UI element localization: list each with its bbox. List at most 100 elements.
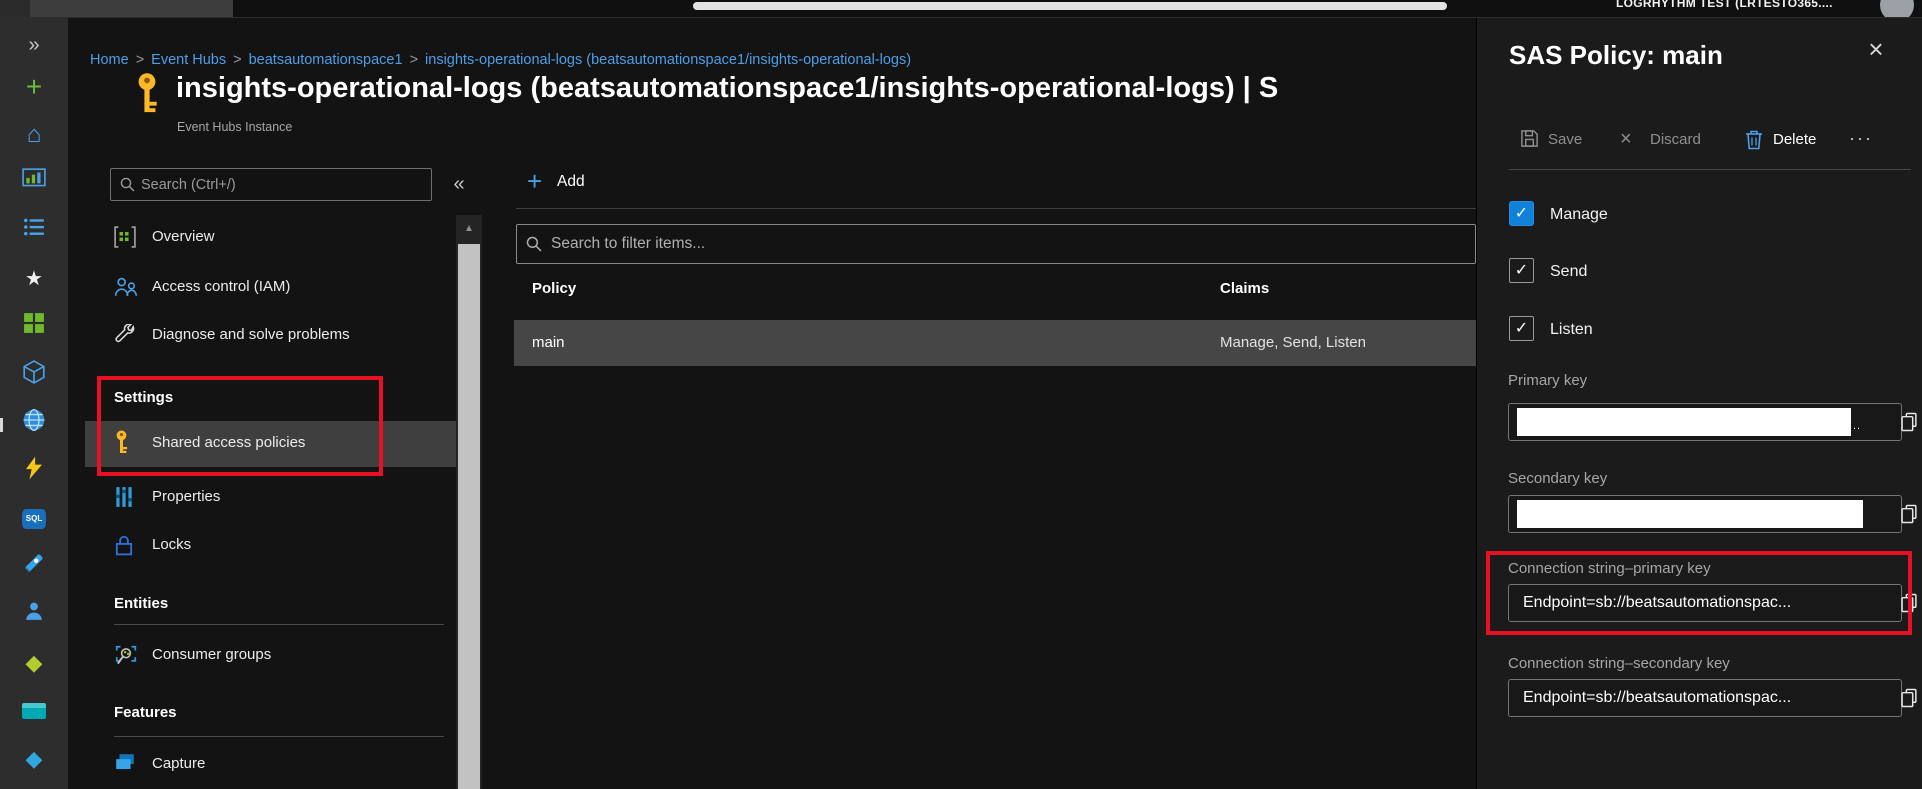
top-strip-segment xyxy=(0,0,30,17)
sidebar-collapse-icon[interactable]: « xyxy=(446,172,472,198)
all-resources-icon[interactable] xyxy=(0,312,68,342)
sidebar-item-label: Locks xyxy=(152,536,191,553)
expand-portal-menu-icon[interactable]: » xyxy=(0,30,68,60)
sidebar-item-overview[interactable]: Overview xyxy=(68,221,458,255)
rail-drag-marker xyxy=(0,418,3,432)
discard-button[interactable]: × Discard xyxy=(1620,128,1715,154)
gem-diamond-icon[interactable]: ◆ xyxy=(0,648,68,678)
delete-button[interactable]: Delete xyxy=(1745,128,1835,154)
sidebar-item-consumer-groups[interactable]: Consumer groups xyxy=(68,639,458,673)
function-lightning-icon[interactable] xyxy=(0,456,68,486)
send-checkbox[interactable]: ✓ xyxy=(1509,258,1534,283)
page-title: insights-operational-logs (beatsautomati… xyxy=(176,72,1474,114)
users-icon[interactable] xyxy=(0,600,68,630)
send-checkbox-label: Send xyxy=(1550,263,1587,281)
listen-checkbox[interactable]: ✓ xyxy=(1509,316,1534,341)
resource-cube-icon[interactable] xyxy=(0,360,68,390)
breadcrumb-separator: > xyxy=(226,52,248,68)
sidebar-item-access-control[interactable]: Access control (IAM) xyxy=(68,271,458,305)
globe-icon[interactable] xyxy=(0,408,68,438)
connection-string-primary-label: Connection string–primary key xyxy=(1508,560,1711,577)
save-icon xyxy=(1520,129,1539,153)
plus-icon: + xyxy=(527,166,542,197)
sidebar-item-properties[interactable]: Properties xyxy=(68,481,458,515)
scrollbar-up-arrow[interactable]: ▲ xyxy=(456,218,482,240)
access-control-icon xyxy=(114,276,140,300)
overview-icon xyxy=(114,226,140,250)
toolbar-divider xyxy=(516,208,1476,209)
copy-icon[interactable] xyxy=(1901,504,1918,529)
more-options-icon[interactable]: ··· xyxy=(1849,128,1889,154)
secondary-key-label: Secondary key xyxy=(1508,470,1607,487)
horizontal-scrollbar[interactable] xyxy=(693,2,1447,10)
panel-title: SAS Policy: main xyxy=(1509,40,1723,71)
consumer-groups-icon xyxy=(114,644,140,668)
copy-icon[interactable] xyxy=(1901,593,1918,618)
create-resource-icon[interactable]: + xyxy=(0,72,68,102)
wrench-icon xyxy=(114,324,140,348)
dashboard-icon[interactable] xyxy=(0,168,68,198)
add-button-label: Add xyxy=(557,173,585,191)
storage-diamond-icon[interactable]: ◆ xyxy=(0,744,68,774)
discard-x-icon: × xyxy=(1620,129,1632,149)
redacted-value xyxy=(1517,408,1851,436)
sidebar-section-features: Features xyxy=(114,704,177,721)
home-icon[interactable]: ⌂ xyxy=(0,120,68,150)
save-button[interactable]: Save xyxy=(1520,128,1595,154)
sidebar-search-box xyxy=(110,168,432,201)
top-strip: LOGRHYTHM TEST (LRTESTO365.... xyxy=(0,0,1922,18)
trash-icon xyxy=(1745,129,1763,155)
primary-key-field[interactable]: .. xyxy=(1508,403,1902,441)
sidebar-scrollbar-thumb[interactable] xyxy=(458,244,480,789)
properties-icon xyxy=(114,486,140,510)
connection-string-secondary-field[interactable]: Endpoint=sb://beatsautomationspac... xyxy=(1508,679,1902,717)
sidebar-item-label: Overview xyxy=(152,228,215,245)
breadcrumb-separator: > xyxy=(129,52,151,68)
sidebar-item-label: Consumer groups xyxy=(152,646,271,663)
connection-string-secondary-value: Endpoint=sb://beatsautomationspac... xyxy=(1523,689,1791,707)
browser-tab[interactable] xyxy=(30,0,233,17)
breadcrumb-home[interactable]: Home xyxy=(90,52,129,68)
key-icon xyxy=(114,429,140,453)
redact-dots: .. xyxy=(1853,420,1861,432)
account-label[interactable]: LOGRHYTHM TEST (LRTESTO365.... xyxy=(1616,0,1878,14)
filter-search-input[interactable] xyxy=(551,226,1451,262)
breadcrumb-event-hubs[interactable]: Event Hubs xyxy=(151,52,226,68)
sidebar-item-diagnose[interactable]: Diagnose and solve problems xyxy=(68,319,458,353)
copy-icon[interactable] xyxy=(1901,412,1918,437)
sidebar-section-settings: Settings xyxy=(114,389,173,406)
connection-string-secondary-label: Connection string–secondary key xyxy=(1508,655,1730,672)
capture-icon xyxy=(114,753,140,777)
secondary-key-field[interactable] xyxy=(1508,495,1902,533)
breadcrumb-namespace[interactable]: beatsautomationspace1 xyxy=(249,52,403,68)
sidebar-item-label: Shared access policies xyxy=(152,434,305,451)
sidebar-item-shared-access-policies[interactable]: Shared access policies xyxy=(68,427,458,461)
sidebar-item-locks[interactable]: Locks xyxy=(68,529,458,563)
all-services-icon[interactable] xyxy=(0,216,68,246)
sidebar-item-label: Access control (IAM) xyxy=(152,278,290,295)
claims-cell: Manage, Send, Listen xyxy=(1220,334,1366,351)
table-row-main[interactable]: main Manage, Send, Listen xyxy=(514,320,1476,366)
panel-divider xyxy=(1509,169,1911,170)
avatar[interactable] xyxy=(1880,0,1914,18)
close-icon[interactable]: × xyxy=(1859,32,1893,66)
favorites-star-icon[interactable]: ★ xyxy=(0,264,68,294)
sidebar-search-input[interactable] xyxy=(141,170,426,199)
sql-database-icon[interactable]: SQL xyxy=(0,504,68,534)
subscription-icon[interactable] xyxy=(0,696,68,726)
sidebar-item-capture[interactable]: Capture xyxy=(68,748,458,782)
column-header-policy[interactable]: Policy xyxy=(532,280,576,297)
primary-key-label: Primary key xyxy=(1508,372,1587,389)
manage-checkbox[interactable]: ✓ xyxy=(1509,201,1534,226)
sql-database-label: SQL xyxy=(22,509,46,529)
key-icon xyxy=(134,72,160,121)
quickstart-rocket-icon[interactable] xyxy=(0,552,68,582)
breadcrumb-instance[interactable]: insights-operational-logs (beatsautomati… xyxy=(425,52,911,68)
connection-string-primary-field[interactable]: Endpoint=sb://beatsautomationspac... xyxy=(1508,584,1902,622)
sidebar-item-label: Diagnose and solve problems xyxy=(152,326,350,343)
filter-search-box xyxy=(516,224,1476,264)
copy-icon[interactable] xyxy=(1901,688,1918,713)
sidebar-item-label: Properties xyxy=(152,488,220,505)
column-header-claims[interactable]: Claims xyxy=(1220,280,1269,297)
search-icon xyxy=(120,177,135,192)
